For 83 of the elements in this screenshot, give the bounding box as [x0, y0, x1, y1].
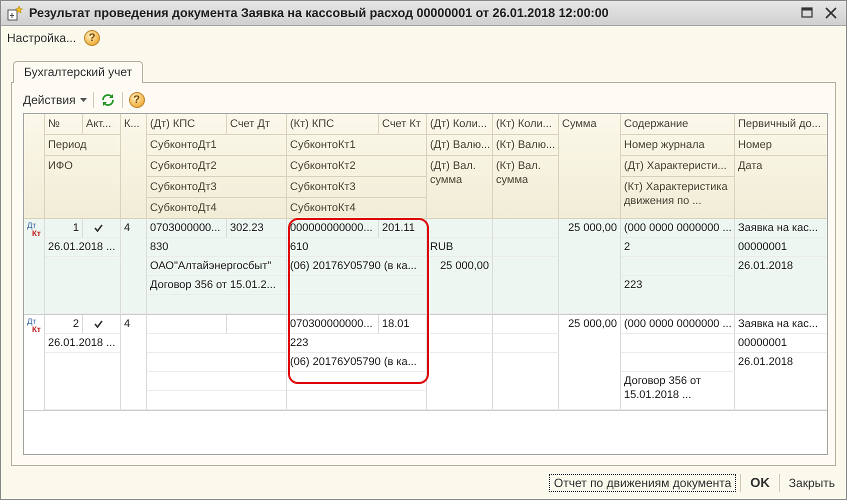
table-row[interactable]: Дт Кт 2 26.01.2018 ... 4 070300000000... 18.01 223 (06) 20176У05790 (в ка... 25 000,00 (000 0000 0000000 ... Договор 356 от 15.01.2018 ... Заявка на кас... 00000001 26.01.2018: [24, 315, 827, 411]
table-cell: Заявка на кас...: [735, 219, 827, 238]
column-header: СубконтоДт3: [147, 177, 287, 198]
table-cell: RUB: [427, 238, 493, 257]
column-header: (Дт) Характеристи...: [621, 156, 735, 177]
table-cell: Заявка на кас...: [735, 315, 827, 334]
column-header: (Дт) Валю...: [427, 135, 493, 156]
help-button[interactable]: ?: [128, 92, 145, 108]
column-header: СубконтоДт1: [147, 135, 287, 156]
debit-credit-icon: Дт Кт: [27, 318, 41, 334]
table-cell: 2: [45, 315, 83, 334]
table-cell: [493, 353, 559, 410]
table-cell: 201.11: [379, 219, 427, 238]
column-header: (Кт) Коли...: [493, 114, 559, 135]
table-cell: 26.01.2018 ...: [45, 238, 121, 257]
table-cell: (000 0000 0000000 ...: [621, 315, 735, 334]
footer-button[interactable]: OK: [745, 473, 775, 492]
table-cell: 26.01.2018 ...: [45, 334, 121, 353]
table-cell: 1: [45, 219, 83, 238]
table-cell: 25 000,00: [427, 257, 493, 314]
table-cell: (06) 20176У05790 (в ка...: [287, 353, 427, 372]
table-cell: 4: [121, 315, 147, 410]
table-cell: 223: [621, 276, 735, 314]
window-title: Результат проведения документа Заявка на кассовый расход 00000001 от 26.01.2018 12:00:00: [29, 6, 610, 20]
table-cell: [427, 353, 493, 410]
column-header: Номер: [735, 135, 827, 156]
table-cell: 18.01: [379, 315, 427, 334]
table-cell: 830: [147, 238, 287, 257]
table-cell: 070300000000...: [287, 315, 379, 334]
table-cell: ОАО"Алтайэнергосбыт": [147, 257, 287, 276]
table-cell: 610: [287, 238, 427, 257]
table-cell: 2: [621, 238, 735, 257]
table-cell: [493, 315, 559, 334]
table-cell: [493, 334, 559, 353]
column-header: Акт...: [83, 114, 121, 135]
column-header: (Дт) Коли...: [427, 114, 493, 135]
column-header: Период: [45, 135, 121, 156]
table-cell: [493, 238, 559, 257]
column-header: Счет Дт: [227, 114, 287, 135]
table-cell: 25 000,00: [559, 219, 621, 314]
table-cell: [493, 219, 559, 238]
table-cell: Договор 356 от 15.01.2...: [147, 276, 287, 295]
table-cell: (06) 20176У05790 (в ка...: [287, 257, 427, 276]
table-cell: [427, 219, 493, 238]
column-header: №: [45, 114, 83, 135]
table-cell: 26.01.2018: [735, 257, 827, 314]
table-cell: Договор 356 от 15.01.2018 ...: [621, 372, 735, 410]
column-header: Номер журнала: [621, 135, 735, 156]
table-cell: [493, 257, 559, 314]
column-header: СубконтоКт1: [287, 135, 427, 156]
table-cell: 0703000000...: [147, 219, 227, 238]
footer-button[interactable]: Отчет по движениям документа: [548, 474, 736, 492]
column-header: Счет Кт: [379, 114, 427, 135]
footer-button[interactable]: Закрыть: [784, 474, 840, 492]
help-button[interactable]: ?: [84, 30, 100, 46]
column-header: СубконтоДт2: [147, 156, 287, 177]
table-cell: 00000001: [735, 334, 827, 353]
column-header: СубконтоКт3: [287, 177, 427, 198]
table-cell: 00000001: [735, 238, 827, 257]
table-cell: 000000000000...: [287, 219, 379, 238]
table-cell: 26.01.2018: [735, 353, 827, 410]
document-icon: [7, 5, 23, 21]
column-header: (Кт) Валю...: [493, 135, 559, 156]
caret-icon: [80, 98, 87, 102]
table-cell: 25 000,00: [559, 315, 621, 410]
column-header: (Дт) КПС: [147, 114, 227, 135]
refresh-icon[interactable]: [100, 93, 116, 107]
table-cell: 223: [287, 334, 427, 353]
table-cell: [427, 315, 493, 334]
actions-menu[interactable]: Действия: [23, 93, 87, 107]
table-cell: [227, 315, 287, 334]
table-cell: [427, 334, 493, 353]
tab[interactable]: Бухгалтерский учет: [13, 61, 144, 83]
table-cell: (000 0000 0000000 ...: [621, 219, 735, 238]
column-header: (Кт) КПС: [287, 114, 379, 135]
column-header: СубконтоКт2: [287, 156, 427, 177]
table-cell: 4: [121, 219, 147, 314]
debit-credit-icon: Дт Кт: [27, 222, 41, 238]
settings-menu[interactable]: Настройка...: [7, 31, 76, 45]
column-header: Первичный до...: [735, 114, 827, 135]
table-row[interactable]: [24, 219, 827, 315]
table-cell: 302.23: [227, 219, 287, 238]
column-header: Содержание: [621, 114, 735, 135]
